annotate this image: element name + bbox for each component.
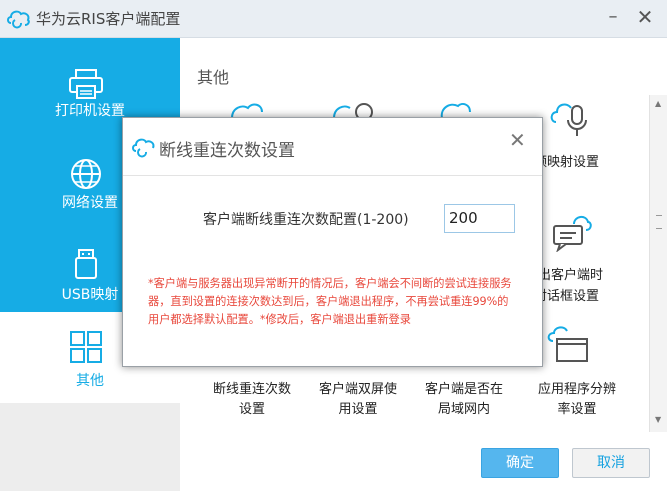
grid-icon bbox=[70, 331, 102, 363]
ok-button[interactable]: 确定 bbox=[481, 448, 559, 478]
scroll-down-icon[interactable]: ▼ bbox=[655, 415, 661, 424]
grid-item-label: 应用程序分辨 bbox=[537, 382, 616, 397]
printer-icon bbox=[69, 69, 103, 99]
cancel-button[interactable]: 取消 bbox=[572, 448, 650, 478]
grid-item-label: 率设置 bbox=[557, 402, 597, 417]
section-title: 其他 bbox=[197, 68, 230, 87]
dialog-divider bbox=[123, 175, 542, 176]
microphone-cloud-icon bbox=[550, 103, 587, 136]
scroll-thumb[interactable] bbox=[656, 215, 662, 229]
reconnect-count-label: 客户端断线重连次数配置(1-200) bbox=[203, 212, 409, 228]
grid-item-label: 局域网内 bbox=[437, 402, 490, 417]
grid-item-label: 客户端是否在 bbox=[424, 382, 503, 397]
grid-item-label: 用设置 bbox=[338, 402, 378, 417]
grid-item-label: 断线重连次数 bbox=[212, 382, 291, 397]
minimize-button[interactable]: – bbox=[603, 6, 623, 30]
dialog-title: 断线重连次数设置 bbox=[159, 141, 295, 161]
grid-item-label: 出客户端时 bbox=[538, 268, 604, 283]
close-button[interactable]: ✕ bbox=[634, 6, 656, 30]
grid-item-label: 频映射设置 bbox=[534, 155, 600, 170]
title-bar: 华为云RIS客户端配置 – ✕ bbox=[0, 0, 667, 38]
chat-cloud-icon bbox=[553, 216, 592, 252]
cloud-settings-icon bbox=[231, 103, 263, 118]
globe-icon bbox=[71, 159, 101, 189]
grid-item-label: 设置 bbox=[238, 402, 265, 417]
cloud-logo-icon bbox=[132, 138, 155, 158]
cloud-search-icon bbox=[333, 103, 373, 118]
reconnect-settings-dialog: 断线重连次数设置 ✕ 客户端断线重连次数配置(1-200) 200 *客户端与服… bbox=[122, 117, 543, 367]
sidebar-item-label: 其他 bbox=[76, 373, 104, 389]
usb-icon bbox=[75, 249, 97, 279]
vertical-scrollbar[interactable]: ▲ ▼ bbox=[649, 95, 667, 432]
scroll-up-icon[interactable]: ▲ bbox=[655, 99, 661, 108]
resolution-window-icon bbox=[547, 326, 588, 362]
grid-item-label: 客户端双屏使 bbox=[318, 382, 397, 397]
window-title: 华为云RIS客户端配置 bbox=[36, 10, 181, 28]
grid-item-exit-dialog[interactable]: 出客户端时 对话框设置 bbox=[534, 212, 620, 308]
cloud-logo-icon bbox=[7, 10, 30, 29]
grid-item-label: 对话框设置 bbox=[534, 289, 600, 304]
dialog-warning-note: *客户端与服务器出现异常断开的情况后，客户端会不间断的尝试连接服务器，直到设置的… bbox=[148, 277, 512, 326]
cloud-gear-icon bbox=[440, 103, 471, 118]
sidebar-footer bbox=[0, 403, 180, 491]
reconnect-count-input[interactable]: 200 bbox=[444, 204, 515, 233]
dialog-close-button[interactable]: ✕ bbox=[509, 128, 526, 152]
grid-item-audio-mapping[interactable]: 频映射设置 bbox=[534, 98, 620, 178]
